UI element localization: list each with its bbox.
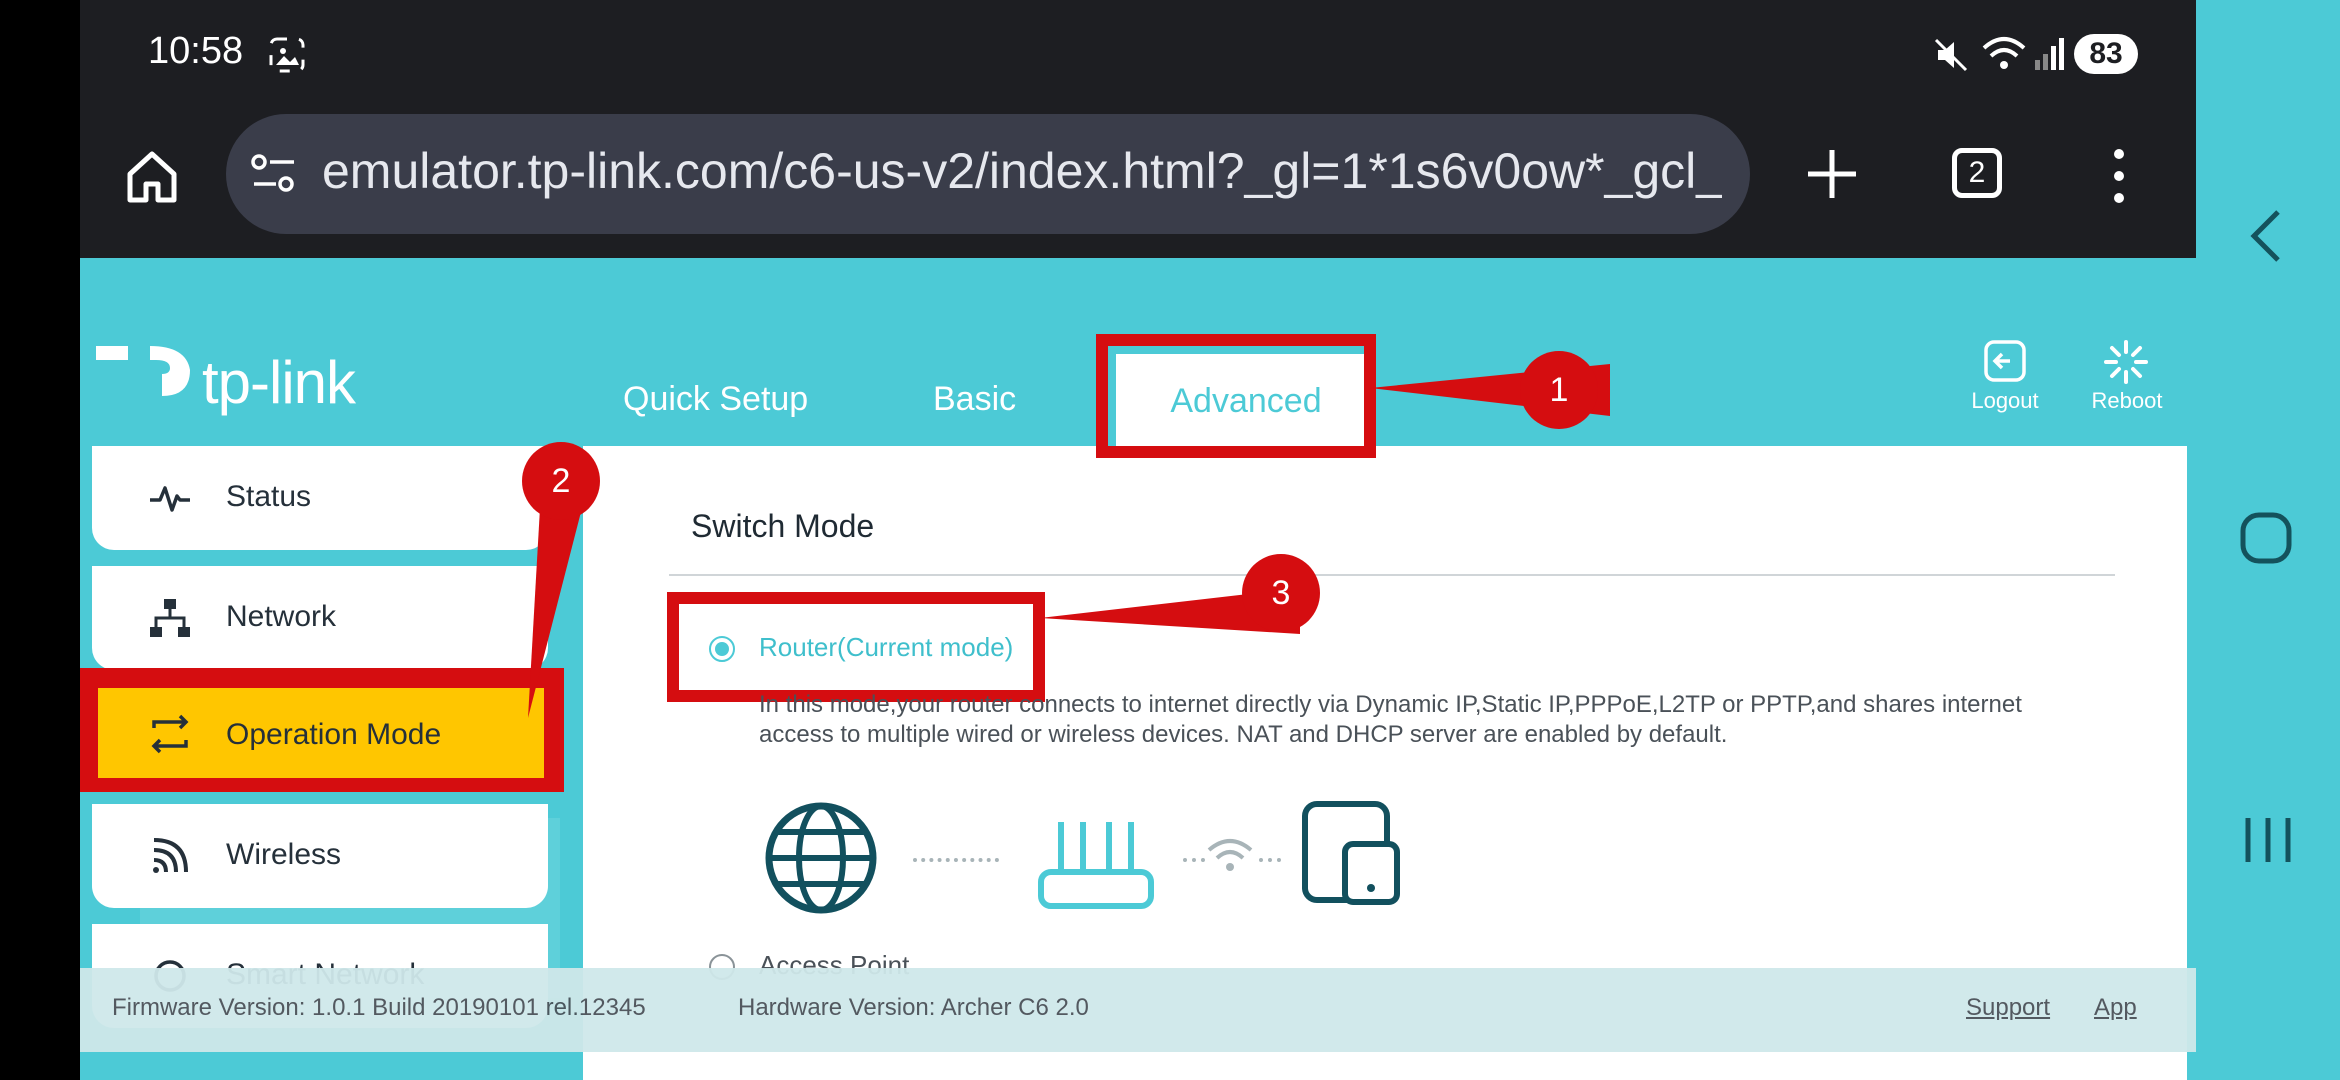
new-tab-icon[interactable]	[1802, 144, 1862, 204]
hardware-version: Hardware Version: Archer C6 2.0	[738, 994, 1089, 1021]
tab-quick-setup[interactable]: Quick Setup	[623, 380, 808, 419]
sidebar-item-operation-mode[interactable]: Operation Mode	[98, 688, 544, 778]
annotation-badge: 1	[1520, 351, 1598, 429]
reboot-icon[interactable]	[2102, 338, 2150, 386]
brand-name: tp-link	[202, 349, 356, 416]
sidebar-item-label: Status	[226, 480, 312, 513]
signal-icon	[2035, 38, 2064, 70]
sidebar-item-label: Wireless	[226, 838, 342, 871]
link-dots	[913, 858, 999, 862]
callout-advanced-tab	[1096, 334, 1376, 458]
left-band	[0, 0, 80, 1080]
devices-icon	[1302, 801, 1400, 905]
mute-icon	[1934, 38, 1968, 72]
more-menu-icon[interactable]	[2104, 146, 2134, 206]
back-icon[interactable]	[2244, 206, 2288, 266]
sidebar-item-label: Network	[226, 600, 337, 633]
tab-switcher-button[interactable]: 2	[1952, 148, 2002, 198]
switch-arrows-icon	[151, 714, 189, 754]
annotation-badge: 3	[1242, 554, 1320, 632]
router-mode-label[interactable]: Router(Current mode)	[759, 632, 1013, 663]
address-bar[interactable]: emulator.tp-link.com/c6-us-v2/index.html…	[226, 114, 1750, 234]
wifi-signal-icon	[1207, 839, 1253, 871]
clock: 10:58	[148, 30, 244, 72]
app-link[interactable]: App	[2094, 994, 2137, 1022]
link-dots	[1259, 858, 1281, 862]
site-settings-icon[interactable]	[250, 152, 298, 196]
router-mode-description: In this mode,your router connects to int…	[759, 691, 2022, 748]
system-nav-bar	[2196, 0, 2340, 1080]
recents-icon[interactable]	[2240, 812, 2296, 868]
sidebar-item-network[interactable]: Network	[92, 566, 548, 670]
status-bar: 10:58 83	[80, 0, 2196, 108]
tab-basic[interactable]: Basic	[933, 380, 1016, 419]
home-nav-icon[interactable]	[2238, 510, 2294, 566]
logout-label[interactable]: Logout	[1958, 388, 2052, 414]
divider	[669, 574, 2115, 576]
pulse-icon	[150, 486, 190, 512]
wifi-status-icon	[1982, 37, 2026, 69]
browser-toolbar: emulator.tp-link.com/c6-us-v2/index.html…	[80, 108, 2196, 258]
sidebar-item-status[interactable]: Status	[92, 446, 548, 550]
router-mode-radio[interactable]	[709, 636, 735, 662]
support-link[interactable]: Support	[1966, 994, 2050, 1022]
annotation-badge: 2	[522, 442, 600, 520]
radio-dot	[715, 642, 729, 656]
sidebar-item-wireless[interactable]: Wireless	[92, 804, 548, 908]
web-viewport: tp-link Quick Setup Basic Advanced Logou…	[80, 258, 2196, 1080]
footer: Firmware Version: 1.0.1 Build 20190101 r…	[80, 968, 2196, 1052]
link-dots	[1183, 858, 1205, 862]
logout-icon[interactable]	[1982, 338, 2028, 384]
wifi-icon	[153, 838, 188, 873]
router-icon	[1038, 822, 1154, 909]
firmware-version: Firmware Version: 1.0.1 Build 20190101 r…	[112, 994, 646, 1021]
screenshot-icon	[269, 37, 305, 73]
battery-indicator: 83	[2074, 34, 2138, 74]
tp-link-logo-icon	[96, 346, 190, 418]
network-icon	[150, 599, 190, 637]
sidebar-item-label: Operation Mode	[226, 718, 442, 751]
section-title: Switch Mode	[691, 508, 875, 544]
globe-icon	[765, 802, 877, 914]
home-icon[interactable]	[122, 146, 182, 206]
reboot-label[interactable]: Reboot	[2080, 388, 2174, 414]
url-text[interactable]: emulator.tp-link.com/c6-us-v2/index.html…	[322, 142, 1722, 200]
